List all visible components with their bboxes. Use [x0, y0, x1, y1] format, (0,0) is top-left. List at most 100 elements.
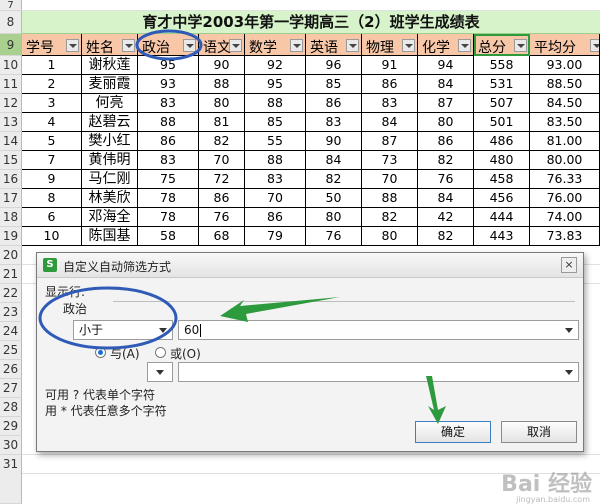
table-cell[interactable]: 73: [362, 151, 418, 170]
table-cell-id[interactable]: 10: [22, 227, 82, 246]
table-cell[interactable]: 80: [418, 113, 474, 132]
table-cell[interactable]: 486: [474, 132, 530, 151]
row-header-25[interactable]: 25: [0, 341, 22, 360]
table-cell[interactable]: 93: [138, 75, 199, 94]
table-cell[interactable]: 87: [418, 94, 474, 113]
table-cell[interactable]: 88: [362, 189, 418, 208]
table-cell[interactable]: 82: [418, 151, 474, 170]
table-cell-name[interactable]: 赵碧云: [82, 113, 138, 132]
table-cell-id[interactable]: 1: [22, 56, 82, 75]
table-cell[interactable]: 70: [199, 151, 245, 170]
row-header-23[interactable]: 23: [0, 303, 22, 322]
table-cell-id[interactable]: 9: [22, 170, 82, 189]
table-cell[interactable]: 83.50: [530, 113, 600, 132]
table-cell[interactable]: 95: [138, 56, 199, 75]
table-cell[interactable]: 82: [199, 132, 245, 151]
filter-dropdown-icon[interactable]: [514, 39, 527, 52]
row-header-30[interactable]: 30: [0, 436, 22, 455]
table-cell[interactable]: 88: [245, 151, 306, 170]
condition1-value-input[interactable]: 60: [178, 320, 579, 340]
table-cell[interactable]: 42: [418, 208, 474, 227]
table-cell[interactable]: 458: [474, 170, 530, 189]
table-cell[interactable]: 95: [245, 75, 306, 94]
table-cell[interactable]: 58: [138, 227, 199, 246]
condition2-operator-select[interactable]: [147, 362, 173, 382]
table-cell[interactable]: 96: [306, 56, 362, 75]
table-cell[interactable]: 83: [138, 151, 199, 170]
row-header-13[interactable]: 13: [0, 113, 22, 132]
table-cell[interactable]: 84: [418, 189, 474, 208]
table-cell-name[interactable]: 何亮: [82, 94, 138, 113]
table-cell[interactable]: 88: [138, 113, 199, 132]
row-header-7[interactable]: 7: [0, 0, 22, 11]
table-cell[interactable]: 84: [306, 151, 362, 170]
table-cell-name[interactable]: 黄伟明: [82, 151, 138, 170]
table-cell[interactable]: 78: [138, 189, 199, 208]
table-cell[interactable]: 88.50: [530, 75, 600, 94]
table-cell-name[interactable]: 陈国基: [82, 227, 138, 246]
table-cell[interactable]: 81.00: [530, 132, 600, 151]
table-cell-name[interactable]: 樊小红: [82, 132, 138, 151]
table-cell-name[interactable]: 马仁刚: [82, 170, 138, 189]
table-cell[interactable]: 456: [474, 189, 530, 208]
row-header-17[interactable]: 17: [0, 189, 22, 208]
row-header-20[interactable]: 20: [0, 246, 22, 265]
table-cell[interactable]: 70: [362, 170, 418, 189]
table-cell[interactable]: 88: [199, 75, 245, 94]
table-cell[interactable]: 507: [474, 94, 530, 113]
filter-dropdown-icon[interactable]: [229, 39, 242, 52]
filter-dropdown-icon[interactable]: [66, 39, 79, 52]
table-cell[interactable]: 76.00: [530, 189, 600, 208]
table-cell[interactable]: 86: [306, 94, 362, 113]
table-cell[interactable]: 84: [362, 113, 418, 132]
filter-dropdown-icon[interactable]: [122, 39, 135, 52]
or-radio[interactable]: [155, 347, 166, 358]
table-cell[interactable]: 83: [245, 170, 306, 189]
row-header-11[interactable]: 11: [0, 75, 22, 94]
row-header-16[interactable]: 16: [0, 170, 22, 189]
row-header-31[interactable]: 31: [0, 455, 22, 504]
table-cell[interactable]: 80: [306, 208, 362, 227]
table-cell[interactable]: 78: [138, 208, 199, 227]
row-header-22[interactable]: 22: [0, 284, 22, 303]
table-cell[interactable]: 80: [362, 227, 418, 246]
filter-dropdown-icon[interactable]: [458, 39, 471, 52]
table-cell[interactable]: 50: [306, 189, 362, 208]
table-cell[interactable]: 74.00: [530, 208, 600, 227]
and-label[interactable]: 与(A): [110, 345, 140, 362]
table-cell[interactable]: 82: [418, 227, 474, 246]
row-header-24[interactable]: 24: [0, 322, 22, 341]
row-header-26[interactable]: 26: [0, 360, 22, 379]
table-cell[interactable]: 72: [199, 170, 245, 189]
table-cell[interactable]: 88: [245, 94, 306, 113]
table-cell[interactable]: 75: [138, 170, 199, 189]
table-cell[interactable]: 68: [199, 227, 245, 246]
row-header-28[interactable]: 28: [0, 398, 22, 417]
row-header-10[interactable]: 10: [0, 56, 22, 75]
ok-button[interactable]: 确定: [415, 421, 491, 443]
row-header-12[interactable]: 12: [0, 94, 22, 113]
close-button[interactable]: ×: [561, 257, 577, 273]
table-cell[interactable]: 444: [474, 208, 530, 227]
table-cell[interactable]: 83: [306, 113, 362, 132]
table-cell[interactable]: 76: [199, 208, 245, 227]
table-cell[interactable]: 558: [474, 56, 530, 75]
table-cell[interactable]: 501: [474, 113, 530, 132]
table-cell[interactable]: 80.00: [530, 151, 600, 170]
table-cell[interactable]: 91: [362, 56, 418, 75]
table-cell[interactable]: 443: [474, 227, 530, 246]
row-header-9[interactable]: 9: [0, 34, 22, 56]
filter-dropdown-icon[interactable]: [402, 39, 415, 52]
table-cell-id[interactable]: 2: [22, 75, 82, 94]
or-label[interactable]: 或(O): [170, 345, 201, 362]
condition2-value-input[interactable]: [178, 362, 579, 382]
filter-dropdown-icon[interactable]: [590, 39, 599, 52]
row-header-27[interactable]: 27: [0, 379, 22, 398]
table-cell[interactable]: 93.00: [530, 56, 600, 75]
table-cell[interactable]: 76: [306, 227, 362, 246]
table-cell[interactable]: 94: [418, 56, 474, 75]
row-header-21[interactable]: 21: [0, 265, 22, 284]
table-cell[interactable]: 86: [245, 208, 306, 227]
table-cell-id[interactable]: 7: [22, 151, 82, 170]
row-header-14[interactable]: 14: [0, 132, 22, 151]
